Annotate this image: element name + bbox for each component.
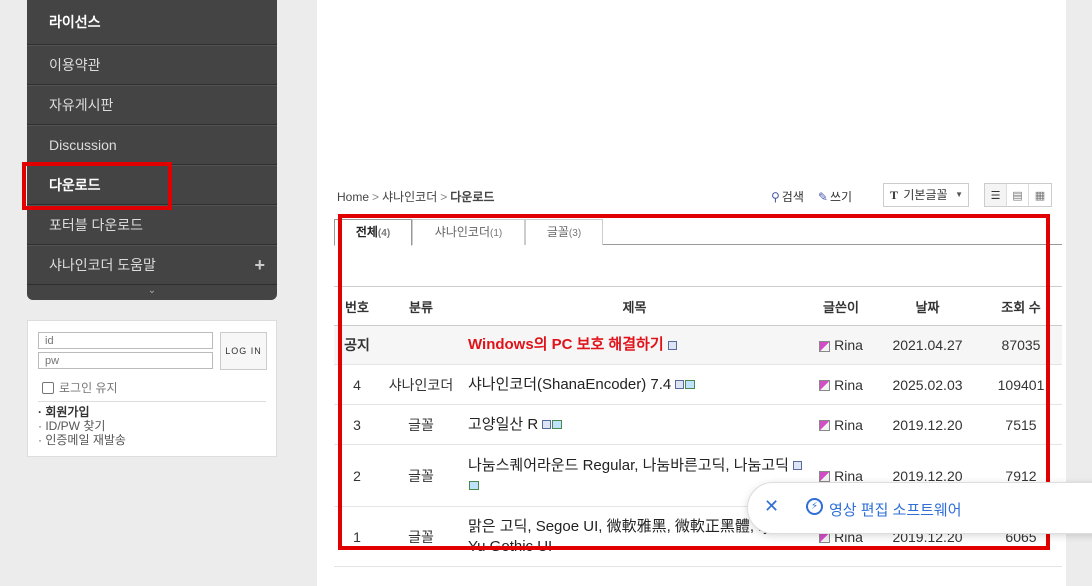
webzine-view-icon[interactable]: ▤	[1007, 184, 1029, 206]
breadcrumb-home[interactable]: Home	[337, 190, 369, 204]
sidebar-item-label: 샤나인코더 도움말	[49, 257, 156, 273]
sidebar-item-label: Discussion	[49, 137, 117, 153]
bolt-icon: ⚡	[806, 498, 823, 515]
pencil-icon: ✎	[817, 190, 828, 204]
caret-down-icon: ▼	[955, 190, 963, 199]
font-icon: T	[890, 188, 899, 202]
login-button[interactable]: LOG IN	[220, 332, 267, 370]
breadcrumb-sep: >	[372, 190, 380, 204]
breadcrumb-current[interactable]: 다운로드	[450, 190, 494, 204]
login-box: LOG IN 로그인 유지 · 회원가입 · ID/PW 찾기 · 인증메일 재…	[27, 320, 277, 457]
sidebar-item-freeboard[interactable]: 자유게시판	[27, 85, 277, 125]
sidebar-item-help[interactable]: 샤나인코더 도움말 +	[27, 245, 277, 285]
keep-login-label: 로그인 유지	[59, 381, 118, 395]
sidebar-item-label: 포터블 다운로드	[49, 217, 144, 233]
ad-toast[interactable]: ✕ ⚡ 영상 편집 소프트웨어	[747, 482, 1092, 534]
breadcrumb-sep: >	[440, 190, 448, 204]
keep-login[interactable]: 로그인 유지	[42, 379, 118, 396]
sidebar-item-terms[interactable]: 이용약관	[27, 45, 277, 85]
breadcrumb: Home > 샤나인코더 > 다운로드	[337, 188, 494, 205]
keep-login-checkbox[interactable]	[42, 381, 54, 394]
toast-message[interactable]: 영상 편집 소프트웨어	[829, 499, 962, 520]
search-label: 검색	[781, 190, 804, 204]
divider	[38, 401, 266, 402]
resend-mail-link[interactable]: · 인증메일 재발송	[38, 433, 126, 447]
find-idpw-link[interactable]: · ID/PW 찾기	[38, 419, 126, 433]
write-label: 쓰기	[829, 190, 853, 204]
sidebar-item-license[interactable]: 라이선스	[27, 0, 277, 45]
gallery-view-icon[interactable]: ▦	[1029, 184, 1051, 206]
signup-link[interactable]: · 회원가입	[38, 405, 126, 419]
password-input[interactable]	[38, 352, 213, 369]
sidebar-item-discussion[interactable]: Discussion	[27, 125, 277, 165]
plus-icon[interactable]: +	[254, 246, 265, 284]
chevron-down-icon[interactable]: ⌄	[27, 285, 277, 299]
font-select[interactable]: T 기본글꼴 ▼	[883, 183, 969, 207]
sidebar-item-label: 자유게시판	[49, 97, 114, 113]
write-button[interactable]: ✎ 쓰기	[818, 188, 852, 205]
account-links: · 회원가입 · ID/PW 찾기 · 인증메일 재발송	[38, 405, 126, 447]
id-input[interactable]	[38, 332, 213, 349]
highlight-box-download	[22, 162, 172, 210]
list-view-icon[interactable]: ☰	[985, 184, 1007, 206]
sidebar-item-portable-download[interactable]: 포터블 다운로드	[27, 205, 277, 245]
sidebar-menu: 라이선스 이용약관 자유게시판 Discussion 다운로드 포터블 다운로드…	[27, 0, 277, 300]
search-icon: ⚲	[771, 190, 780, 204]
search-button[interactable]: ⚲ 검색	[771, 188, 804, 205]
view-mode-switch: ☰ ▤ ▦	[984, 183, 1052, 207]
close-icon[interactable]: ✕	[764, 496, 779, 517]
breadcrumb-level1[interactable]: 샤나인코더	[382, 190, 437, 204]
font-select-value: 기본글꼴	[903, 188, 948, 202]
sidebar-item-label: 이용약관	[49, 57, 101, 73]
sidebar-item-label: 라이선스	[49, 14, 101, 30]
board-tools: ⚲ 검색 ✎ 쓰기	[771, 188, 852, 205]
